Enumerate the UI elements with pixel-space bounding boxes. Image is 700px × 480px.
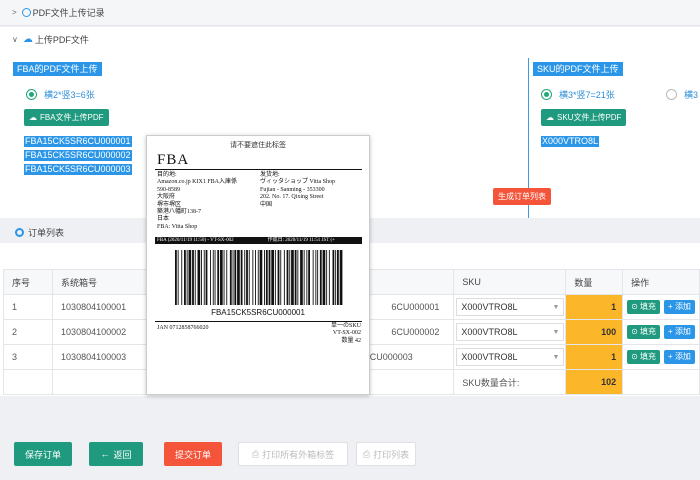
cell-ops: ⊙ 填充 + 添加 [622, 319, 700, 345]
upload-title: 上传PDF文件 [34, 35, 89, 45]
fill-button[interactable]: ⊙ 填充 [627, 325, 661, 339]
radio-selected-icon[interactable] [26, 89, 37, 100]
history-title: PDF文件上传记录 [32, 8, 105, 18]
cell-sku: X000VTRO8L ▼ [453, 294, 567, 320]
cloud-upload-icon: ☁ [546, 113, 554, 122]
submit-order-button[interactable]: 提交订单 [164, 442, 222, 466]
save-order-button[interactable]: 保存订单 [14, 442, 72, 466]
radio-selected-icon[interactable] [541, 89, 552, 100]
label-dest: 目的地: Amazon.co.jp KIX1 FBA入庫係 590-8589 大… [157, 172, 237, 230]
arrow-left-icon: ← [100, 449, 110, 459]
cell-index: 1 [2, 294, 54, 320]
cell-index: 2 [2, 319, 54, 345]
history-section-header[interactable]: > PDF文件上传记录 [0, 0, 700, 26]
sum-value: 102 [565, 369, 624, 395]
generate-order-list-button[interactable]: 生成订单列表 [493, 188, 551, 205]
label-brand: FBA [157, 152, 190, 168]
cell-empty [622, 369, 700, 395]
fba-code-tag: FBA15CK5SR6CU000001 [24, 136, 132, 147]
sku-layout-option-1[interactable]: 横3*竖7=21张 [541, 88, 615, 101]
chevron-down-icon: ▼ [552, 353, 560, 361]
add-button[interactable]: + 添加 [664, 325, 695, 339]
chevron-down-icon: ▼ [552, 328, 560, 336]
fba-layout-option[interactable]: 横2*竖3=6张 [26, 88, 95, 101]
cell-qty[interactable]: 1 [565, 344, 624, 370]
col-header-qty: 数量 [565, 269, 624, 295]
label-barcode-text: FBA15CK5SR6CU000001 [211, 308, 305, 317]
printer-icon: ⎙ [362, 448, 371, 459]
sku-layout-option-2[interactable]: 横3 [666, 88, 698, 101]
sku-upload-title: SKU的PDF文件上传 [533, 62, 623, 76]
cell-qty[interactable]: 100 [565, 319, 624, 345]
cell-ops: ⊙ 填充 + 添加 [622, 344, 700, 370]
order-list-title: 订单列表 [28, 227, 65, 238]
back-button[interactable]: ← 返回 [89, 442, 143, 466]
printer-icon: ⎙ [251, 448, 260, 459]
action-bar: 保存订单 ← 返回 提交订单 ⎙ 打印所有外箱标签 ⎙ 打印列表 [0, 430, 700, 480]
label-sku-info: 単一のSKU VT-SX-002 数量 42 [330, 323, 361, 344]
cell-sku: X000VTRO8L ▼ [453, 344, 567, 370]
label-divider [155, 169, 362, 170]
label-info-strip: FBA (2020/11/19 11:50) - VT-SX-002 作成日: 2… [155, 237, 362, 244]
cloud-upload-icon: ☁ [29, 113, 37, 122]
chevron-down-icon: ▼ [552, 303, 560, 311]
label-ship-from: 发货地: ヴィッタショップ Vitta Shop Fujian - Sanmin… [260, 172, 335, 208]
clock-icon [21, 8, 31, 17]
cell-empty [2, 369, 54, 395]
cell-sku: X000VTRO8L ▼ [453, 319, 567, 345]
col-header-sku: SKU [453, 269, 567, 295]
shipping-label-preview: 请不要遮住此标签 FBA 目的地: Amazon.co.jp KIX1 FBA入… [146, 135, 370, 395]
print-list-button[interactable]: ⎙ 打印列表 [356, 442, 416, 466]
upload-section-header[interactable]: ∨ ☁ 上传PDF文件 [0, 27, 700, 53]
cell-qty[interactable]: 1 [565, 294, 624, 320]
print-all-labels-button[interactable]: ⎙ 打印所有外箱标签 [238, 442, 348, 466]
col-header-index: 序号 [2, 269, 54, 295]
sum-label: SKU数量合计: [453, 369, 567, 395]
chevron-down-icon: ∨ [12, 35, 18, 44]
fill-button[interactable]: ⊙ 填充 [627, 300, 661, 314]
label-jan: JAN 0712858766020 [157, 325, 209, 331]
fba-code-tag: FBA15CK5SR6CU000002 [24, 150, 132, 161]
add-button[interactable]: + 添加 [664, 300, 695, 314]
fba-code-tag: FBA15CK5SR6CU000003 [24, 164, 132, 175]
chevron-right-icon: > [12, 8, 17, 17]
sku-select[interactable]: X000VTRO8L ▼ [456, 298, 565, 316]
barcode-image [175, 250, 343, 305]
add-button[interactable]: + 添加 [664, 350, 695, 364]
fill-button[interactable]: ⊙ 填充 [627, 350, 661, 364]
cloud-upload-icon: ☁ [22, 34, 33, 45]
col-header-ops: 操作 [622, 269, 700, 295]
sku-select[interactable]: X000VTRO8L ▼ [456, 323, 565, 341]
fba-upload-title: FBA的PDF文件上传 [13, 62, 102, 76]
sku-upload-button[interactable]: ☁ SKU文件上传PDF [541, 109, 627, 126]
sku-code-tag: X000VTRO8L [541, 136, 600, 147]
fba-upload-button[interactable]: ☁ FBA文件上传PDF [24, 109, 109, 126]
label-divider [155, 321, 362, 322]
radio-unselected-icon[interactable] [666, 89, 677, 100]
cell-ops: ⊙ 填充 + 添加 [622, 294, 700, 320]
cell-index: 3 [2, 344, 54, 370]
circle-icon [15, 227, 24, 237]
sku-select[interactable]: X000VTRO8L ▼ [456, 348, 565, 366]
label-notice: 请不要遮住此标签 [230, 141, 286, 149]
